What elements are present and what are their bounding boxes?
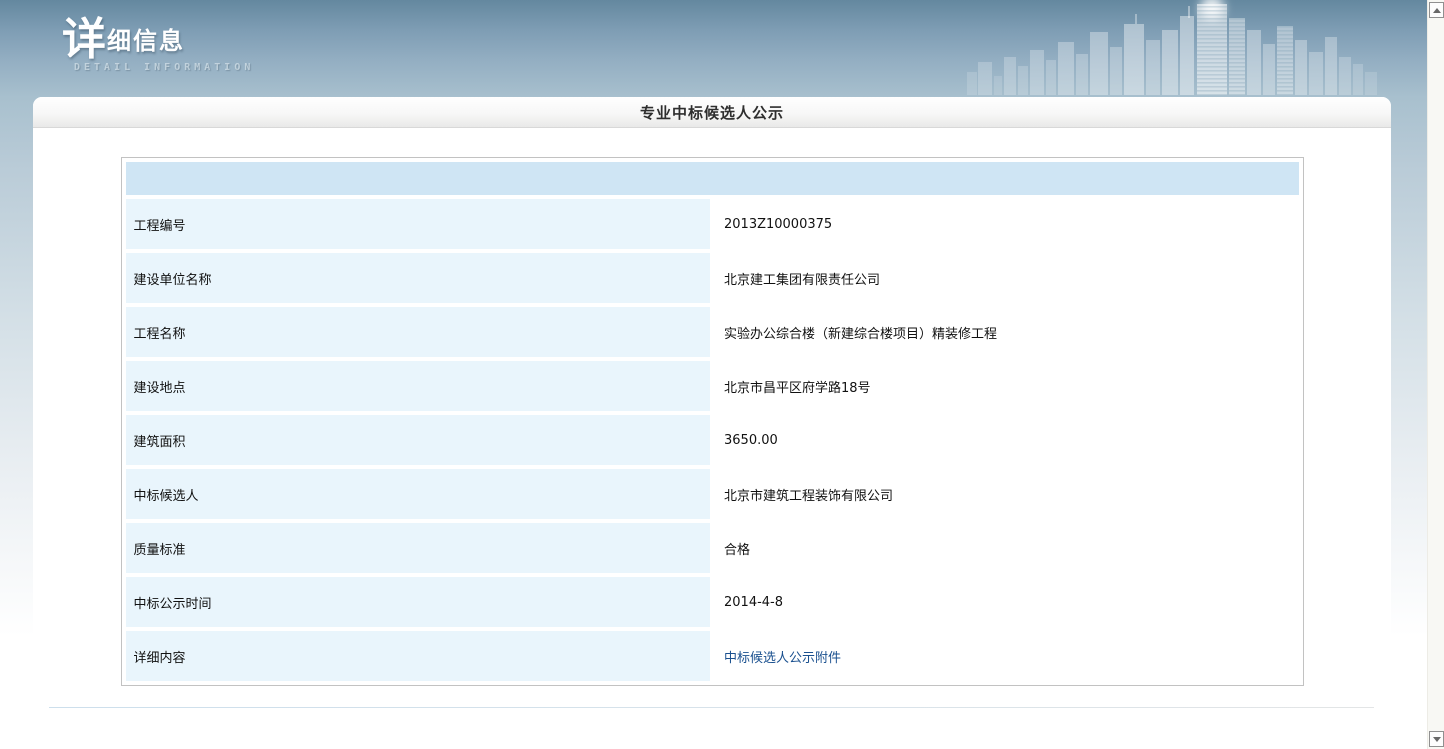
row-label: 中标候选人 [126, 469, 711, 519]
row-value: 3650.00 [714, 415, 1299, 465]
logo-main-char: 详 [62, 14, 107, 65]
row-value: 合格 [714, 523, 1299, 573]
row-label: 建设单位名称 [126, 253, 711, 303]
row-value: 北京市建筑工程装饰有限公司 [714, 469, 1299, 519]
table-row: 中标公示时间2014-4-8 [126, 577, 1299, 627]
table-row: 详细内容中标候选人公示附件 [126, 631, 1299, 681]
vertical-scrollbar[interactable] [1427, 0, 1444, 749]
row-label: 建筑面积 [126, 415, 711, 465]
table-header-row [126, 162, 1299, 195]
logo-rest-chars: 细信息 [107, 27, 185, 55]
footer-divider [49, 707, 1374, 708]
row-value: 2013Z10000375 [714, 199, 1299, 249]
scroll-up-icon [1433, 8, 1441, 13]
scroll-down-button[interactable] [1429, 731, 1444, 747]
row-value: 2014-4-8 [714, 577, 1299, 627]
page-title-bar: 专业中标候选人公示 [33, 97, 1391, 128]
row-label: 详细内容 [126, 631, 711, 681]
row-label: 建设地点 [126, 361, 711, 411]
row-value: 北京市昌平区府学路18号 [714, 361, 1299, 411]
row-label: 工程名称 [126, 307, 711, 357]
logo-subtitle: DETAIL INFORMATION [74, 62, 254, 73]
table-row: 质量标准合格 [126, 523, 1299, 573]
row-label: 中标公示时间 [126, 577, 711, 627]
table-row: 建设单位名称北京建工集团有限责任公司 [126, 253, 1299, 303]
detail-table: 工程编号2013Z10000375建设单位名称北京建工集团有限责任公司工程名称实… [121, 157, 1304, 686]
site-logo: 详细信息 DETAIL INFORMATION [62, 18, 254, 73]
row-value: 中标候选人公示附件 [714, 631, 1299, 681]
scroll-down-icon [1433, 737, 1441, 742]
row-value: 实验办公综合楼（新建综合楼项目）精装修工程 [714, 307, 1299, 357]
scroll-up-button[interactable] [1429, 2, 1444, 18]
table-row: 建设地点北京市昌平区府学路18号 [126, 361, 1299, 411]
city-skyline-image [967, 0, 1387, 95]
detail-table-body: 工程编号2013Z10000375建设单位名称北京建工集团有限责任公司工程名称实… [126, 162, 1299, 681]
row-label: 质量标准 [126, 523, 711, 573]
table-row: 中标候选人北京市建筑工程装饰有限公司 [126, 469, 1299, 519]
table-header-band [126, 162, 1299, 195]
panel-body: 工程编号2013Z10000375建设单位名称北京建工集团有限责任公司工程名称实… [33, 157, 1391, 708]
row-label: 工程编号 [126, 199, 711, 249]
table-row: 工程名称实验办公综合楼（新建综合楼项目）精装修工程 [126, 307, 1299, 357]
page-title: 专业中标候选人公示 [640, 102, 784, 123]
attachment-link[interactable]: 中标候选人公示附件 [724, 651, 841, 666]
page-header: 详细信息 DETAIL INFORMATION [0, 0, 1427, 95]
page-background: 详细信息 DETAIL INFORMATION [0, 0, 1427, 749]
row-value: 北京建工集团有限责任公司 [714, 253, 1299, 303]
content-panel: 专业中标候选人公示 工程编号2013Z10000375建设单位名称北京建工集团有… [33, 97, 1391, 749]
table-row: 工程编号2013Z10000375 [126, 199, 1299, 249]
table-row: 建筑面积3650.00 [126, 415, 1299, 465]
